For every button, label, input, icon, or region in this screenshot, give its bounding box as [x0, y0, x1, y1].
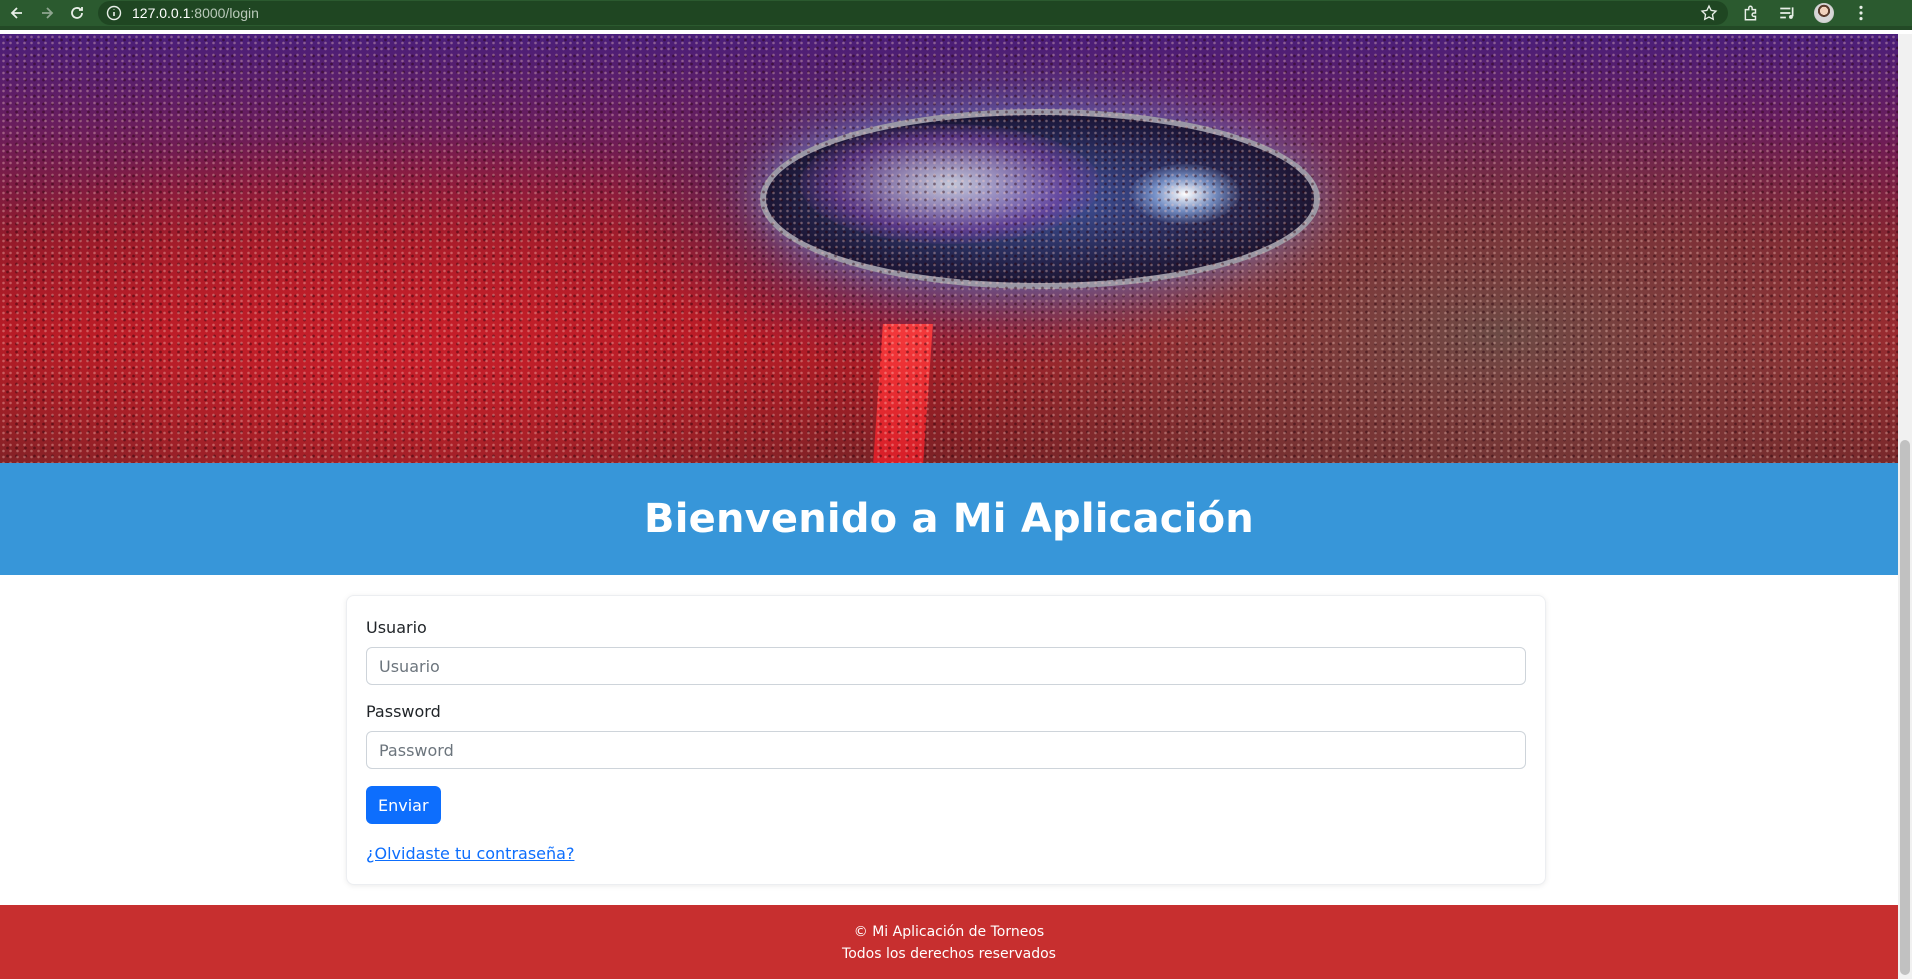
footer-rights: Todos los derechos reservados	[842, 946, 1056, 962]
forgot-password-link[interactable]: ¿Olvidaste tu contraseña?	[366, 844, 574, 863]
media-icon[interactable]	[1778, 4, 1796, 22]
star-icon[interactable]	[1700, 4, 1718, 22]
username-input[interactable]	[366, 647, 1526, 685]
site-footer: © Mi Aplicación de Torneos Todos los der…	[0, 905, 1898, 979]
url-host: 127.0.0.1	[132, 5, 191, 21]
submit-button[interactable]: Enviar	[366, 786, 441, 824]
password-group: Password	[366, 702, 1526, 769]
password-label: Password	[366, 702, 441, 721]
reload-icon[interactable]	[64, 1, 90, 25]
footer-copyright: © Mi Aplicación de Torneos	[853, 924, 1045, 940]
browser-toolbar: 127.0.0.1 :8000/login	[0, 0, 1912, 30]
back-icon[interactable]	[4, 1, 30, 25]
login-form: Usuario Password Enviar ¿Olvidaste tu co…	[346, 595, 1546, 885]
address-bar[interactable]: 127.0.0.1 :8000/login	[98, 1, 1728, 25]
scrollbar-thumb[interactable]	[1900, 440, 1910, 975]
username-label: Usuario	[366, 618, 427, 637]
forward-icon[interactable]	[34, 1, 60, 25]
username-group: Usuario	[366, 618, 1526, 685]
menu-icon[interactable]	[1852, 4, 1870, 22]
url-path: :8000/login	[190, 5, 259, 21]
page-title: Bienvenido a Mi Aplicación	[644, 496, 1254, 542]
password-input[interactable]	[366, 731, 1526, 769]
hero-arena-image	[0, 34, 1898, 463]
extensions-icon[interactable]	[1742, 4, 1760, 22]
arena-crowd	[0, 34, 1898, 463]
site-info-icon[interactable]	[106, 5, 122, 21]
welcome-header: Bienvenido a Mi Aplicación	[0, 463, 1898, 575]
profile-avatar[interactable]	[1814, 3, 1834, 23]
